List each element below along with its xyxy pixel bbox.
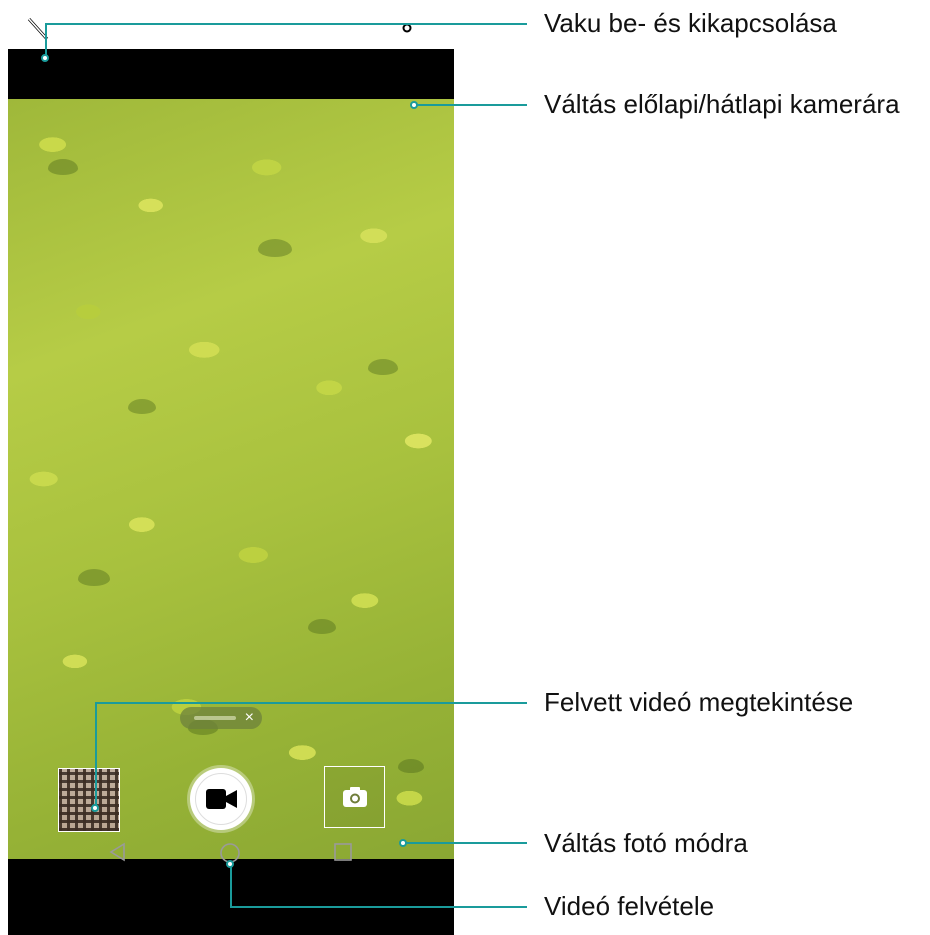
callout-dot-photo: [399, 839, 407, 847]
zoom-track: [194, 716, 236, 720]
callout-dot-view: [91, 804, 99, 812]
video-thumbnail-button[interactable]: [58, 768, 120, 832]
label-photo-mode: Váltás fotó módra: [544, 828, 748, 858]
callout-line-photo: [403, 842, 527, 844]
callout-dot-switch: [410, 101, 418, 109]
video-camera-icon: [206, 789, 237, 809]
callout-line-flash-vertical: [45, 23, 47, 58]
record-button[interactable]: [190, 768, 252, 830]
callout-line-view: [95, 702, 527, 704]
callout-line-flash: [45, 23, 527, 25]
callout-dot-flash: [41, 54, 49, 62]
close-icon[interactable]: ×: [245, 708, 254, 728]
label-flash: Vaku be- és kikapcsolása: [544, 8, 837, 38]
label-switch-camera: Váltás előlapi/hátlapi kamerára: [544, 89, 900, 119]
callout-line-record: [230, 906, 527, 908]
camera-viewfinder[interactable]: [8, 99, 454, 859]
callout-dot-record: [226, 860, 234, 868]
camera-top-bar: [8, 49, 454, 99]
recent-square-icon[interactable]: [333, 842, 353, 862]
callout-line-record-vertical: [230, 864, 232, 908]
camera-icon: [343, 787, 367, 807]
callout-line-switch: [414, 104, 527, 106]
callout-line-view-vertical: [95, 702, 97, 808]
back-triangle-icon[interactable]: [108, 842, 128, 862]
photo-mode-button[interactable]: [324, 766, 385, 828]
label-record: Videó felvétele: [544, 891, 715, 921]
label-view-video: Felvett videó megtekintése: [544, 687, 854, 717]
zoom-indicator[interactable]: ×: [180, 707, 262, 729]
switch-camera-icon[interactable]: [394, 16, 420, 42]
